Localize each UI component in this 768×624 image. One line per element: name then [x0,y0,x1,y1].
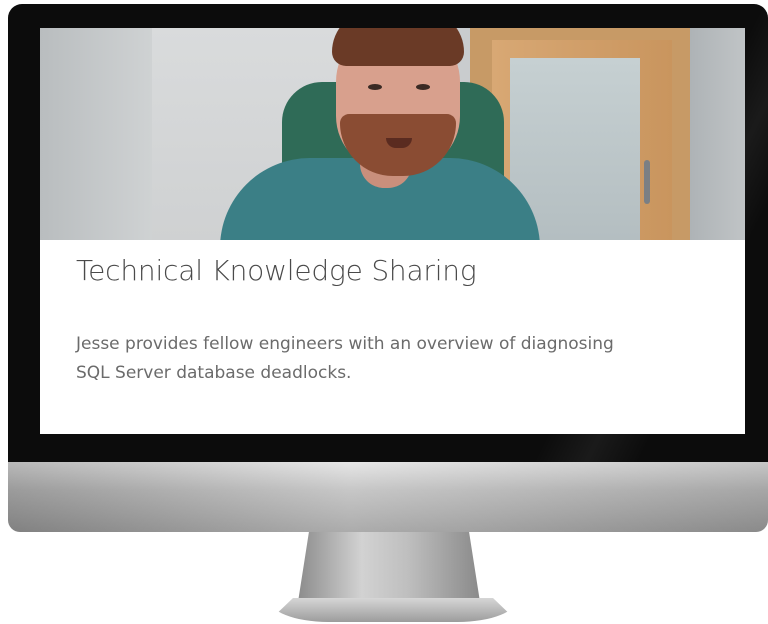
monitor-stand-foot [268,598,518,622]
card-title: Technical Knowledge Sharing [76,254,477,287]
presenter-eye-right [416,84,430,90]
background-wall-right [690,28,745,240]
card-description: Jesse provides fellow engineers with an … [76,334,614,383]
video-thumbnail[interactable] [40,28,745,240]
presenter-hair [332,28,464,66]
chin-shine [8,462,768,532]
monitor-chin [8,462,768,532]
presenter-eye-left [368,84,382,90]
monitor-stand [298,532,480,602]
monitor-screen: Technical Knowledge Sharing Jesse provid… [40,28,745,434]
monitor-mockup: Technical Knowledge Sharing Jesse provid… [0,0,768,624]
door-handle [644,160,650,204]
background-wall-left [40,28,152,240]
